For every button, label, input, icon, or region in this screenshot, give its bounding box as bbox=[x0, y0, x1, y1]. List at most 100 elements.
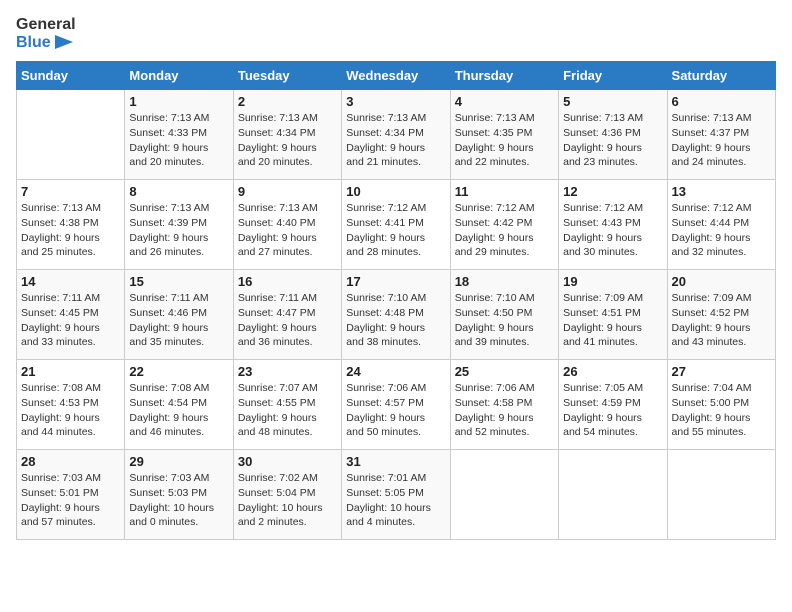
day-info: Sunrise: 7:01 AM Sunset: 5:05 PM Dayligh… bbox=[346, 471, 445, 530]
calendar-cell: 5 Sunrise: 7:13 AM Sunset: 4:36 PM Daylig… bbox=[559, 90, 667, 180]
calendar-cell: 29 Sunrise: 7:03 AM Sunset: 5:03 PM Dayli… bbox=[125, 450, 233, 540]
calendar-cell: 16Sunrise: 7:11 AM Sunset: 4:47 PM Dayli… bbox=[233, 270, 341, 360]
day-number: 29 bbox=[129, 454, 228, 469]
calendar-cell: 14Sunrise: 7:11 AM Sunset: 4:45 PM Dayli… bbox=[17, 270, 125, 360]
calendar-cell: 3 Sunrise: 7:13 AM Sunset: 4:34 PM Daylig… bbox=[342, 90, 450, 180]
day-info: Sunrise: 7:12 AM Sunset: 4:43 PM Dayligh… bbox=[563, 201, 662, 260]
day-info: Sunrise: 7:07 AM Sunset: 4:55 PM Dayligh… bbox=[238, 381, 337, 440]
day-number: 17 bbox=[346, 274, 445, 289]
calendar-cell: 28 Sunrise: 7:03 AM Sunset: 5:01 PM Dayli… bbox=[17, 450, 125, 540]
day-info: Sunrise: 7:09 AM Sunset: 4:52 PM Dayligh… bbox=[672, 291, 771, 350]
day-info: Sunrise: 7:12 AM Sunset: 4:41 PM Dayligh… bbox=[346, 201, 445, 260]
calendar-cell bbox=[667, 450, 775, 540]
day-number: 9 bbox=[238, 184, 337, 199]
logo-arrow-icon bbox=[55, 35, 73, 49]
calendar-cell: 10 Sunrise: 7:12 AM Sunset: 4:41 PM Dayli… bbox=[342, 180, 450, 270]
day-number: 26 bbox=[563, 364, 662, 379]
day-number: 28 bbox=[21, 454, 120, 469]
calendar-cell: 6Sunrise: 7:13 AM Sunset: 4:37 PM Daylig… bbox=[667, 90, 775, 180]
day-number: 3 bbox=[346, 94, 445, 109]
calendar-cell bbox=[450, 450, 558, 540]
day-info: Sunrise: 7:03 AM Sunset: 5:01 PM Dayligh… bbox=[21, 471, 120, 530]
day-number: 10 bbox=[346, 184, 445, 199]
day-info: Sunrise: 7:13 AM Sunset: 4:34 PM Dayligh… bbox=[346, 111, 445, 170]
day-number: 13 bbox=[672, 184, 771, 199]
day-info: Sunrise: 7:13 AM Sunset: 4:35 PM Dayligh… bbox=[455, 111, 554, 170]
day-info: Sunrise: 7:04 AM Sunset: 5:00 PM Dayligh… bbox=[672, 381, 771, 440]
day-number: 8 bbox=[129, 184, 228, 199]
calendar-cell: 26 Sunrise: 7:05 AM Sunset: 4:59 PM Dayli… bbox=[559, 360, 667, 450]
day-info: Sunrise: 7:13 AM Sunset: 4:39 PM Dayligh… bbox=[129, 201, 228, 260]
calendar-cell: 7Sunrise: 7:13 AM Sunset: 4:38 PM Daylig… bbox=[17, 180, 125, 270]
day-info: Sunrise: 7:12 AM Sunset: 4:44 PM Dayligh… bbox=[672, 201, 771, 260]
calendar-cell: 4Sunrise: 7:13 AM Sunset: 4:35 PM Daylig… bbox=[450, 90, 558, 180]
day-info: Sunrise: 7:10 AM Sunset: 4:48 PM Dayligh… bbox=[346, 291, 445, 350]
day-info: Sunrise: 7:03 AM Sunset: 5:03 PM Dayligh… bbox=[129, 471, 228, 530]
day-number: 18 bbox=[455, 274, 554, 289]
day-number: 19 bbox=[563, 274, 662, 289]
calendar-cell: 31Sunrise: 7:01 AM Sunset: 5:05 PM Dayli… bbox=[342, 450, 450, 540]
calendar-cell: 24 Sunrise: 7:06 AM Sunset: 4:57 PM Dayli… bbox=[342, 360, 450, 450]
day-number: 12 bbox=[563, 184, 662, 199]
calendar-cell: 23 Sunrise: 7:07 AM Sunset: 4:55 PM Dayli… bbox=[233, 360, 341, 450]
calendar-cell: 27Sunrise: 7:04 AM Sunset: 5:00 PM Dayli… bbox=[667, 360, 775, 450]
calendar-cell: 18 Sunrise: 7:10 AM Sunset: 4:50 PM Dayli… bbox=[450, 270, 558, 360]
day-number: 20 bbox=[672, 274, 771, 289]
day-info: Sunrise: 7:11 AM Sunset: 4:46 PM Dayligh… bbox=[129, 291, 228, 350]
day-info: Sunrise: 7:08 AM Sunset: 4:53 PM Dayligh… bbox=[21, 381, 120, 440]
calendar-table: SundayMondayTuesdayWednesdayThursdayFrid… bbox=[16, 61, 776, 540]
header-row: SundayMondayTuesdayWednesdayThursdayFrid… bbox=[17, 62, 776, 90]
calendar-cell: 25Sunrise: 7:06 AM Sunset: 4:58 PM Dayli… bbox=[450, 360, 558, 450]
day-info: Sunrise: 7:13 AM Sunset: 4:40 PM Dayligh… bbox=[238, 201, 337, 260]
calendar-cell: 8 Sunrise: 7:13 AM Sunset: 4:39 PM Daylig… bbox=[125, 180, 233, 270]
calendar-cell: 1 Sunrise: 7:13 AM Sunset: 4:33 PM Daylig… bbox=[125, 90, 233, 180]
column-header-saturday: Saturday bbox=[667, 62, 775, 90]
column-header-sunday: Sunday bbox=[17, 62, 125, 90]
calendar-cell bbox=[559, 450, 667, 540]
day-number: 24 bbox=[346, 364, 445, 379]
day-info: Sunrise: 7:05 AM Sunset: 4:59 PM Dayligh… bbox=[563, 381, 662, 440]
day-number: 1 bbox=[129, 94, 228, 109]
day-number: 15 bbox=[129, 274, 228, 289]
day-info: Sunrise: 7:06 AM Sunset: 4:57 PM Dayligh… bbox=[346, 381, 445, 440]
day-info: Sunrise: 7:11 AM Sunset: 4:47 PM Dayligh… bbox=[238, 291, 337, 350]
day-info: Sunrise: 7:13 AM Sunset: 4:38 PM Dayligh… bbox=[21, 201, 120, 260]
day-info: Sunrise: 7:08 AM Sunset: 4:54 PM Dayligh… bbox=[129, 381, 228, 440]
calendar-cell: 19Sunrise: 7:09 AM Sunset: 4:51 PM Dayli… bbox=[559, 270, 667, 360]
day-info: Sunrise: 7:10 AM Sunset: 4:50 PM Dayligh… bbox=[455, 291, 554, 350]
column-header-friday: Friday bbox=[559, 62, 667, 90]
day-info: Sunrise: 7:12 AM Sunset: 4:42 PM Dayligh… bbox=[455, 201, 554, 260]
calendar-cell: 20 Sunrise: 7:09 AM Sunset: 4:52 PM Dayli… bbox=[667, 270, 775, 360]
day-number: 23 bbox=[238, 364, 337, 379]
day-info: Sunrise: 7:06 AM Sunset: 4:58 PM Dayligh… bbox=[455, 381, 554, 440]
column-header-tuesday: Tuesday bbox=[233, 62, 341, 90]
day-number: 11 bbox=[455, 184, 554, 199]
day-info: Sunrise: 7:13 AM Sunset: 4:34 PM Dayligh… bbox=[238, 111, 337, 170]
day-number: 5 bbox=[563, 94, 662, 109]
column-header-wednesday: Wednesday bbox=[342, 62, 450, 90]
day-number: 21 bbox=[21, 364, 120, 379]
calendar-cell: 9 Sunrise: 7:13 AM Sunset: 4:40 PM Daylig… bbox=[233, 180, 341, 270]
calendar-cell: 22 Sunrise: 7:08 AM Sunset: 4:54 PM Dayli… bbox=[125, 360, 233, 450]
calendar-cell: 15 Sunrise: 7:11 AM Sunset: 4:46 PM Dayli… bbox=[125, 270, 233, 360]
calendar-cell: 21 Sunrise: 7:08 AM Sunset: 4:53 PM Dayli… bbox=[17, 360, 125, 450]
week-row-5: 28 Sunrise: 7:03 AM Sunset: 5:01 PM Dayli… bbox=[17, 450, 776, 540]
calendar-cell: 2 Sunrise: 7:13 AM Sunset: 4:34 PM Daylig… bbox=[233, 90, 341, 180]
week-row-4: 21 Sunrise: 7:08 AM Sunset: 4:53 PM Dayli… bbox=[17, 360, 776, 450]
week-row-3: 14Sunrise: 7:11 AM Sunset: 4:45 PM Dayli… bbox=[17, 270, 776, 360]
calendar-cell: 30Sunrise: 7:02 AM Sunset: 5:04 PM Dayli… bbox=[233, 450, 341, 540]
calendar-cell: 11 Sunrise: 7:12 AM Sunset: 4:42 PM Dayli… bbox=[450, 180, 558, 270]
day-info: Sunrise: 7:13 AM Sunset: 4:37 PM Dayligh… bbox=[672, 111, 771, 170]
day-info: Sunrise: 7:13 AM Sunset: 4:33 PM Dayligh… bbox=[129, 111, 228, 170]
column-header-thursday: Thursday bbox=[450, 62, 558, 90]
calendar-cell: 17 Sunrise: 7:10 AM Sunset: 4:48 PM Dayli… bbox=[342, 270, 450, 360]
calendar-cell bbox=[17, 90, 125, 180]
day-number: 22 bbox=[129, 364, 228, 379]
calendar-cell: 12 Sunrise: 7:12 AM Sunset: 4:43 PM Dayli… bbox=[559, 180, 667, 270]
week-row-2: 7Sunrise: 7:13 AM Sunset: 4:38 PM Daylig… bbox=[17, 180, 776, 270]
logo-blue: Blue bbox=[16, 34, 76, 52]
week-row-1: 1 Sunrise: 7:13 AM Sunset: 4:33 PM Daylig… bbox=[17, 90, 776, 180]
day-info: Sunrise: 7:13 AM Sunset: 4:36 PM Dayligh… bbox=[563, 111, 662, 170]
day-info: Sunrise: 7:11 AM Sunset: 4:45 PM Dayligh… bbox=[21, 291, 120, 350]
day-number: 2 bbox=[238, 94, 337, 109]
